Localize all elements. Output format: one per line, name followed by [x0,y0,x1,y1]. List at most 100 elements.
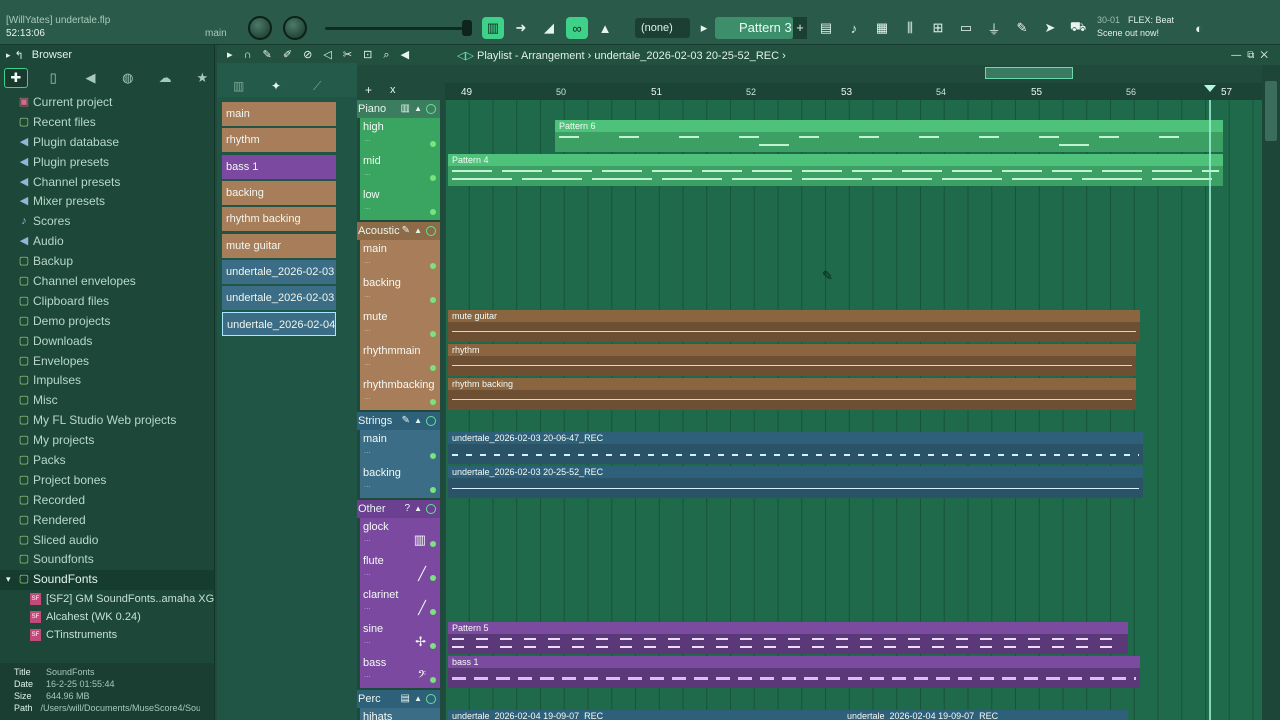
picker-item[interactable]: undertale_2026-02-04 1... [222,312,336,337]
pattern-none-dropdown[interactable]: (none) [635,18,690,38]
pattern-selector[interactable]: Pattern 3 [715,17,793,39]
master-pitch-knob[interactable] [283,16,307,40]
browser-tab-files-icon[interactable]: ▯ [42,68,65,88]
master-slider-track[interactable] [325,27,470,30]
group-enable-icon[interactable] [426,226,436,236]
picker-item[interactable]: bass 1 [222,154,336,179]
clip-rec-hihats-2[interactable]: undertale_2026-02-04 19-09-07_REC [843,710,1128,720]
browser-item[interactable]: ◀ Mixer presets [0,192,214,212]
playlist-tools-icon[interactable]: ▸ ∩ ✎ ✐ ⊘ ◁ ✂ ⊡ ⌕ ◀ [227,48,413,62]
track-clarinet[interactable]: clarinet... ╱ [360,586,440,620]
picker-item[interactable]: rhythm [222,128,336,153]
track-active-led[interactable] [430,175,436,181]
track-flute[interactable]: flute... ╱ [360,552,440,586]
playlist-icon[interactable]: ▤ [815,17,837,39]
arrangement-arrow-icon[interactable]: › [782,50,786,62]
group-enable-icon[interactable] [426,694,436,704]
browser-item[interactable]: ▢ Demo projects [0,312,214,332]
help-icon[interactable]: ? [404,500,410,518]
browser-item[interactable]: ◀ Plugin database [0,133,214,153]
vertical-scroll-thumb[interactable] [1265,81,1277,141]
picker-pattern-icon[interactable]: ▥ [233,79,244,93]
master-slider-handle[interactable] [462,20,472,36]
track-active-led[interactable] [430,677,436,683]
clip-pattern-4[interactable]: Pattern 4 [448,154,1223,186]
track-acoustic-backing[interactable]: backing... [360,274,440,308]
track-low[interactable]: low... [360,186,440,220]
link-icon[interactable]: ∞ [566,17,588,39]
track-rhythmmain[interactable]: rhythmmain... [360,342,440,376]
picker-item[interactable]: undertale_2026-02-03 2... [222,259,336,284]
group-acoustic[interactable]: Acoustic ✎ ▲ [357,222,440,240]
metronome-icon[interactable]: ▲ [594,17,616,39]
mixer-icon[interactable]: ⫼ [899,17,921,39]
track-strings-backing[interactable]: backing... [360,464,440,498]
picker-audio-icon[interactable]: ✦ [271,79,281,93]
piano-roll-icon[interactable]: ♪ [843,17,865,39]
track-bass[interactable]: bass... 𝄢 [360,654,440,688]
picker-item[interactable]: backing [222,180,336,205]
track-hihats[interactable]: hihats [360,708,440,720]
clip-rhythm-backing[interactable]: rhythm backing [448,378,1136,410]
add-pattern-button[interactable]: + [793,17,807,39]
arrangement-name[interactable]: undertale_2026-02-03 20-25-52_REC [594,50,779,62]
browser-item[interactable]: ▢ Downloads [0,332,214,352]
browser-item[interactable]: ▢ Rendered [0,511,214,531]
soundfont-item[interactable]: SF [SF2] GM SoundFonts..amaha XG Sound Se… [0,590,269,608]
minimize-icon[interactable]: — [1231,50,1247,61]
browser-item[interactable]: ▾ ▢ SoundFonts [0,570,214,591]
clip-rhythm[interactable]: rhythm [448,344,1136,376]
clip-bass-1[interactable]: bass 1 [448,656,1140,688]
playlist-add-button[interactable]: + [365,83,372,97]
send-icon[interactable]: ➤ [1039,17,1061,39]
picker-item[interactable]: main [222,102,336,126]
browser-item[interactable]: ♪ Scores [0,212,214,232]
browser-item[interactable]: ▢ Envelopes [0,352,214,372]
browser-item[interactable]: ▢ Channel envelopes [0,272,214,292]
browser-item[interactable]: ▢ Project bones [0,471,214,491]
track-strings-main[interactable]: main... [360,430,440,464]
track-sine[interactable]: sine... ✢ [360,620,440,654]
track-active-led[interactable] [430,331,436,337]
shop-icon[interactable]: ⛟ [1067,17,1089,39]
browser-tab-cloud-icon[interactable]: ☁ [153,68,176,88]
browser-item[interactable]: ▢ Packs [0,451,214,471]
collapse-icon[interactable]: ▲ [414,412,422,430]
clip-rec-strings-main[interactable]: undertale_2026-02-03 20-06-47_REC [448,432,1143,464]
group-enable-icon[interactable] [426,504,436,514]
track-mute[interactable]: mute... [360,308,440,342]
clip-mute-guitar[interactable]: mute guitar [448,310,1140,342]
browser-item[interactable]: ◀ Plugin presets [0,153,214,173]
browser-item[interactable]: ▢ My projects [0,431,214,451]
track-mid[interactable]: mid... [360,152,440,186]
browser-options-icon[interactable]: ↰ [15,49,24,62]
browser-item[interactable]: ◀ Audio [0,232,214,252]
group-perc[interactable]: Perc ▤ ▲ [357,690,440,708]
collapse-icon[interactable]: ▲ [414,222,422,240]
track-glock[interactable]: glock... ▥ [360,518,440,552]
group-other[interactable]: Other ? ▲ [357,500,440,518]
browser-item[interactable]: ▢ Clipboard files [0,292,214,312]
track-active-led[interactable] [430,609,436,615]
restore-icon[interactable]: ⧉ [1247,50,1260,61]
track-active-led[interactable] [430,365,436,371]
group-enable-icon[interactable] [426,104,436,114]
group-strings[interactable]: Strings ✎ ▲ [357,412,440,430]
group-piano[interactable]: Piano ▥ ▲ [357,100,440,118]
typing-keyboard-icon[interactable]: ▥ [482,17,504,39]
track-active-led[interactable] [430,399,436,405]
news-icon[interactable]: ◐ [1188,17,1210,39]
close-icon[interactable]: ✕ [1260,50,1274,61]
track-high[interactable]: high... [360,118,440,152]
browser-item[interactable]: ▢ Impulses [0,371,214,391]
collapse-icon[interactable]: ▲ [414,690,422,708]
browser-item[interactable]: ◀ Channel presets [0,173,214,193]
track-active-led[interactable] [430,575,436,581]
picker-item[interactable]: mute guitar [222,233,336,258]
clip-pattern-6[interactable]: Pattern 6 [555,120,1223,152]
browser-tab-all-icon[interactable]: ✚ [4,68,28,88]
playlist-arrow-icon[interactable]: ◁▷ [457,50,477,62]
master-volume-knob[interactable] [248,16,272,40]
track-active-led[interactable] [430,453,436,459]
browser-item[interactable]: ▢ Misc [0,391,214,411]
